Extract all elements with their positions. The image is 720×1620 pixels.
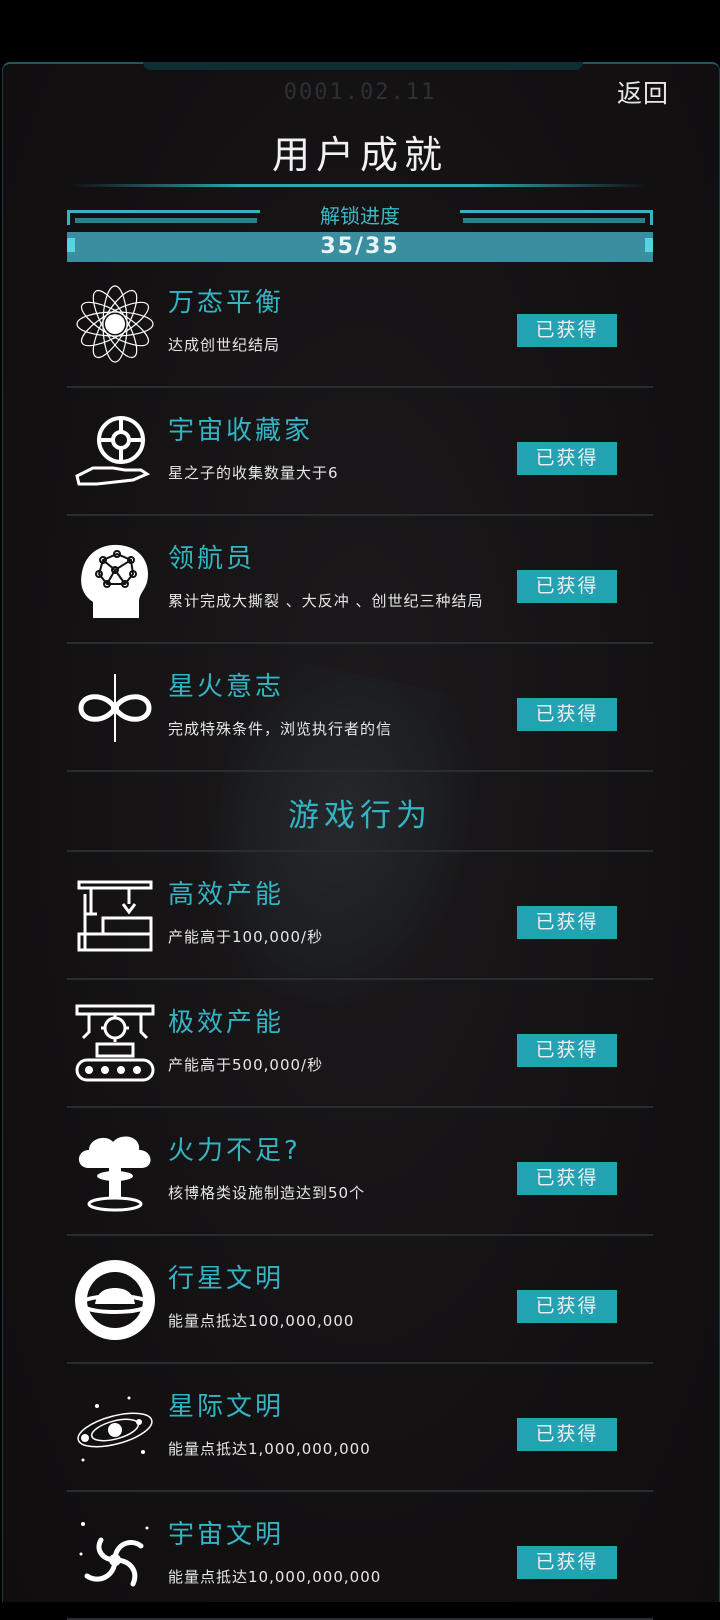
progress-label: 解锁进度 (320, 204, 400, 228)
status-badge: 已获得 (517, 442, 617, 475)
status-bar (0, 0, 720, 62)
section-header: 游戏行为 (67, 772, 653, 852)
hand-holding-globe-icon (73, 410, 157, 494)
status-badge: 已获得 (517, 1162, 617, 1195)
achievement-name: 星火意志 (168, 672, 285, 702)
infinity-spark-icon (73, 666, 157, 750)
galaxy-spiral-icon (73, 1514, 157, 1598)
achievement-name: 宇宙收藏家 (168, 416, 314, 446)
achievement-desc: 累计完成大撕裂 、大反冲 、创世纪三种结局 (168, 592, 484, 610)
achievement-item[interactable]: 星火意志 完成特殊条件，浏览执行者的信 已获得 (67, 644, 653, 772)
achievement-name: 火力不足? (168, 1136, 301, 1166)
achievement-item[interactable]: 领航员 累计完成大撕裂 、大反冲 、创世纪三种结局 已获得 (67, 516, 653, 644)
status-badge: 已获得 (517, 1034, 617, 1067)
page-title: 用户成就 (271, 133, 448, 177)
achievement-name: 宇宙文明 (168, 1520, 285, 1550)
progress-cap-right (645, 238, 653, 252)
achievement-desc: 核博格类设施制造达到50个 (168, 1184, 366, 1202)
achievement-desc: 能量点抵达100,000,000 (168, 1312, 355, 1330)
achievement-list: 万态平衡 达成创世纪结局 已获得 宇宙收藏家 星之子的收集数量大于6 已获得 领… (67, 260, 653, 1620)
achievement-desc: 达成创世纪结局 (168, 336, 281, 354)
status-badge: 已获得 (517, 1290, 617, 1323)
achievement-item[interactable]: 行星文明 能量点抵达100,000,000 已获得 (67, 1236, 653, 1364)
status-badge: 已获得 (517, 698, 617, 731)
achievement-item[interactable]: 宇宙收藏家 星之子的收集数量大于6 已获得 (67, 388, 653, 516)
atom-orbit-icon (73, 282, 157, 366)
title-divider (70, 184, 648, 187)
progress-count: 35/35 (320, 234, 400, 259)
gear-conveyor-icon (73, 1002, 157, 1086)
achievement-desc: 产能高于500,000/秒 (168, 1056, 324, 1074)
progress-cap-left (67, 238, 75, 252)
achievement-item[interactable]: 极效产能 产能高于500,000/秒 已获得 (67, 980, 653, 1108)
status-badge: 已获得 (517, 906, 617, 939)
achievement-desc: 星之子的收集数量大于6 (168, 464, 339, 482)
achievement-name: 万态平衡 (168, 288, 285, 318)
achievement-item[interactable]: 宇宙文明 能量点抵达10,000,000,000 已获得 (67, 1492, 653, 1620)
achievement-desc: 能量点抵达10,000,000,000 (168, 1568, 382, 1586)
achievement-item[interactable]: 火力不足? 核博格类设施制造达到50个 已获得 (67, 1108, 653, 1236)
status-badge: 已获得 (517, 570, 617, 603)
achievement-name: 行星文明 (168, 1264, 285, 1294)
status-badge: 已获得 (517, 314, 617, 347)
achievement-desc: 完成特殊条件，浏览执行者的信 (168, 720, 393, 738)
achievement-desc: 能量点抵达1,000,000,000 (168, 1440, 371, 1458)
achievement-name: 高效产能 (168, 880, 285, 910)
achievement-name: 星际文明 (168, 1392, 285, 1422)
robot-arm-factory-icon (73, 874, 157, 958)
achievement-item[interactable]: 高效产能 产能高于100,000/秒 已获得 (67, 852, 653, 980)
planet-ring-icon (73, 1258, 157, 1342)
achievement-item[interactable]: 万态平衡 达成创世纪结局 已获得 (67, 260, 653, 388)
status-badge: 已获得 (517, 1546, 617, 1579)
achievement-desc: 产能高于100,000/秒 (168, 928, 324, 946)
unlock-progress: 解锁进度 35/35 (67, 204, 653, 262)
achievement-name: 领航员 (168, 544, 256, 574)
brain-head-icon (73, 538, 157, 622)
section-title: 游戏行为 (288, 798, 432, 834)
status-badge: 已获得 (517, 1418, 617, 1451)
back-button[interactable]: 返回 (617, 74, 669, 110)
solar-system-icon (73, 1386, 157, 1470)
achievement-item[interactable]: 星际文明 能量点抵达1,000,000,000 已获得 (67, 1364, 653, 1492)
date-display: 0001.02.11 (283, 80, 437, 105)
mushroom-cloud-icon (73, 1130, 157, 1214)
achievement-name: 极效产能 (168, 1008, 285, 1038)
